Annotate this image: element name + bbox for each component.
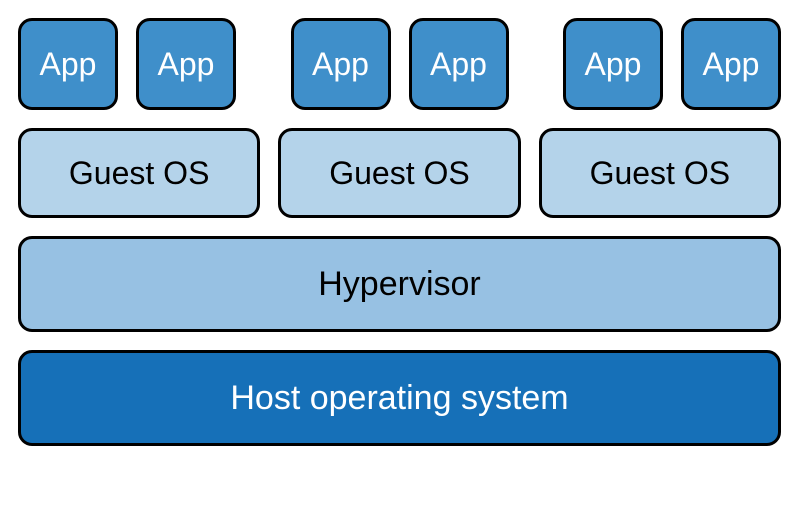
hypervisor-box: Hypervisor	[18, 236, 781, 332]
app-box: App	[136, 18, 236, 110]
app-box: App	[409, 18, 509, 110]
app-box: App	[563, 18, 663, 110]
app-box: App	[681, 18, 781, 110]
host-os-box: Host operating system	[18, 350, 781, 446]
guest-os-box: Guest OS	[278, 128, 520, 218]
app-box: App	[18, 18, 118, 110]
app-box: App	[291, 18, 391, 110]
app-pair-3: App App	[563, 18, 781, 110]
guest-os-row: Guest OS Guest OS Guest OS	[18, 128, 781, 218]
virtualization-stack-diagram: App App App App App App Guest OS Guest O…	[18, 18, 781, 500]
guest-os-box: Guest OS	[18, 128, 260, 218]
guest-os-box: Guest OS	[539, 128, 781, 218]
apps-row: App App App App App App	[18, 18, 781, 110]
app-pair-2: App App	[291, 18, 509, 110]
app-pair-1: App App	[18, 18, 236, 110]
